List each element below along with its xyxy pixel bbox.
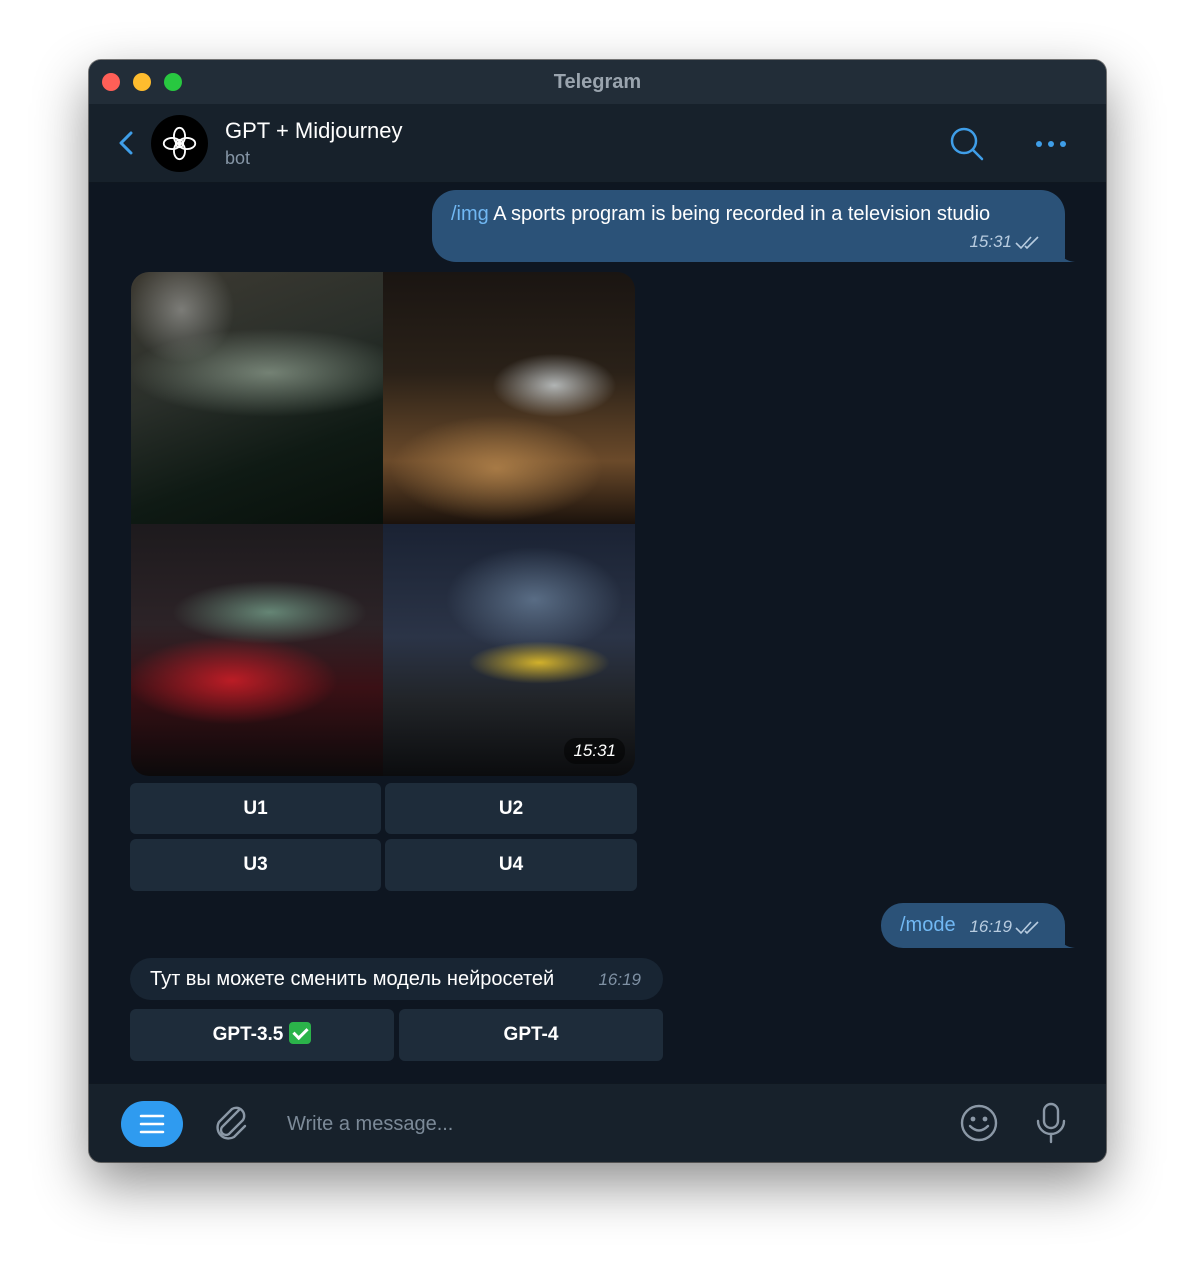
message-text: Тут вы можете сменить модель нейросетей bbox=[150, 968, 555, 990]
message-meta: 16:19 bbox=[969, 917, 1041, 937]
message-meta: 15:31 bbox=[969, 232, 1041, 252]
search-button[interactable] bbox=[949, 126, 985, 162]
attach-icon bbox=[216, 1106, 247, 1140]
message-list[interactable]: /img A sports program is being recorded … bbox=[89, 183, 1106, 1083]
button-label: GPT-3.5 bbox=[212, 1024, 284, 1045]
model-gpt4-button[interactable]: GPT-4 bbox=[399, 1009, 663, 1061]
mic-icon bbox=[1036, 1102, 1066, 1144]
read-check-icon bbox=[1015, 236, 1039, 250]
message-time: 16:19 bbox=[598, 970, 641, 989]
bubble-tail bbox=[1059, 246, 1075, 262]
image-time: 15:31 bbox=[564, 738, 625, 764]
window-title: Telegram bbox=[553, 71, 642, 93]
outgoing-message-img[interactable]: /img A sports program is being recorded … bbox=[432, 190, 1075, 262]
button-label: GPT-4 bbox=[503, 1024, 559, 1045]
search-icon bbox=[950, 127, 984, 161]
emoji-icon bbox=[960, 1104, 998, 1142]
back-button[interactable] bbox=[114, 128, 140, 158]
chat-header: GPT + Midjourney bot bbox=[89, 104, 1106, 183]
more-icon bbox=[1036, 141, 1066, 147]
title-bar: Telegram bbox=[89, 60, 1106, 104]
bot-command-link[interactable]: /mode bbox=[900, 914, 956, 937]
upscale-u2-button[interactable]: U2 bbox=[385, 783, 637, 834]
generated-image-grid[interactable]: 15:31 bbox=[131, 272, 635, 776]
message-composer bbox=[89, 1083, 1106, 1162]
message-input[interactable] bbox=[287, 1104, 927, 1144]
upscale-u4-button[interactable]: U4 bbox=[385, 839, 637, 891]
menu-icon bbox=[139, 1114, 165, 1134]
read-check-icon bbox=[1015, 921, 1039, 935]
prompt-text: A sports program is being recorded in a … bbox=[488, 203, 991, 225]
image-variant-2 bbox=[383, 272, 635, 524]
upscale-u3-button[interactable]: U3 bbox=[130, 839, 381, 891]
avatar[interactable] bbox=[151, 115, 208, 172]
message-text: /img A sports program is being recorded … bbox=[451, 203, 990, 226]
voice-record-button[interactable] bbox=[1033, 1101, 1069, 1150]
image-variant-3 bbox=[131, 524, 383, 776]
checkmark-emoji-icon bbox=[289, 1022, 312, 1044]
chat-name[interactable]: GPT + Midjourney bbox=[225, 118, 403, 144]
image-variant-1 bbox=[131, 272, 383, 524]
message-time: 15:31 bbox=[969, 232, 1012, 251]
bubble-tail bbox=[1059, 932, 1075, 948]
incoming-message-mode-reply[interactable]: Тут вы можете сменить модель нейросетей … bbox=[130, 958, 663, 1000]
bot-menu-button[interactable] bbox=[121, 1101, 183, 1147]
bot-command-link[interactable]: /img bbox=[451, 203, 489, 225]
model-gpt35-button[interactable]: GPT-3.5 bbox=[130, 1009, 394, 1061]
message-time: 16:19 bbox=[969, 917, 1012, 936]
more-button[interactable] bbox=[1033, 134, 1069, 154]
avatar-logo-icon bbox=[162, 126, 197, 161]
back-icon bbox=[119, 131, 133, 155]
telegram-window: Telegram GPT + Midjourney bot /img A spo… bbox=[89, 60, 1106, 1162]
outgoing-message-mode[interactable]: /mode 16:19 bbox=[881, 903, 1075, 948]
attach-button[interactable] bbox=[211, 1102, 251, 1149]
upscale-u1-button[interactable]: U1 bbox=[130, 783, 381, 834]
emoji-button[interactable] bbox=[959, 1103, 999, 1148]
chat-status: bot bbox=[225, 148, 251, 168]
